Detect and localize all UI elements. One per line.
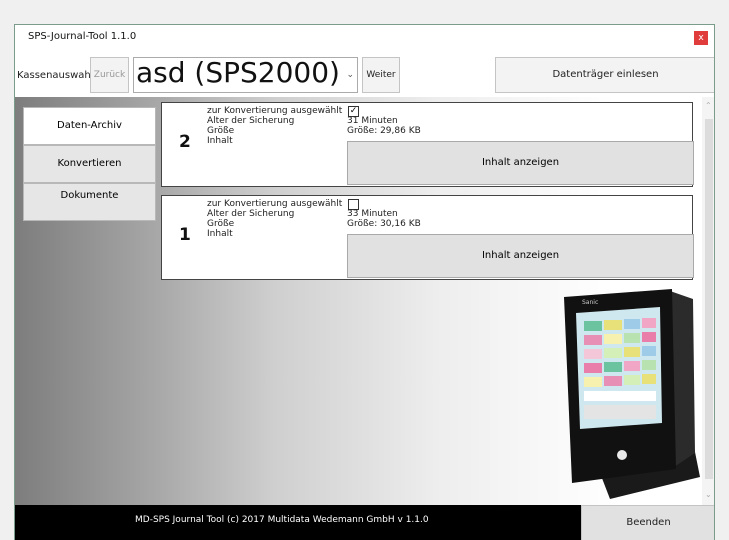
title-bar: SPS-Journal-Tool 1.1.0 x	[15, 25, 714, 49]
archive-number: 1	[179, 225, 191, 245]
chevron-down-icon[interactable]: ⌄	[346, 70, 354, 80]
scrollbar-thumb[interactable]	[705, 119, 713, 479]
content-label: Inhalt	[207, 136, 233, 146]
size-label: Größe	[207, 219, 235, 229]
inhalt-anzeigen-button[interactable]: Inhalt anzeigen	[347, 234, 694, 278]
nav-daten-archiv[interactable]: Daten-Archiv	[23, 107, 156, 145]
archive-card: zur Konvertierung ausgewählt Alter der S…	[161, 195, 694, 280]
kasse-select-value: asd (SPS2000)	[136, 56, 340, 89]
footer: MD-SPS Journal Tool (c) 2017 Multidata W…	[15, 505, 581, 540]
age-label: Alter der Sicherung	[207, 116, 295, 126]
kasse-select[interactable]: asd (SPS2000) ⌄	[133, 56, 358, 93]
content-label: Inhalt	[207, 229, 233, 239]
pos-terminal-image: Sanic	[564, 289, 700, 499]
vertical-scrollbar[interactable]: ⌃ ⌄	[702, 97, 714, 505]
archive-number: 2	[179, 132, 191, 152]
power-button-icon	[617, 450, 627, 460]
app-window: SPS-Journal-Tool 1.1.0 x Kassenauswahl Z…	[14, 24, 715, 540]
selected-label: zur Konvertierung ausgewählt	[207, 199, 343, 209]
window-title: SPS-Journal-Tool 1.1.0	[28, 31, 137, 42]
archive-card: zur Konvertierung ausgewählt ✓ Alter der…	[161, 102, 694, 187]
close-button[interactable]: x	[694, 31, 708, 45]
nav-dokumente[interactable]: Dokumente	[23, 183, 156, 221]
toolbar: Kassenauswahl Zurück asd (SPS2000) ⌄ Wei…	[15, 56, 714, 97]
size-label: Größe	[207, 126, 235, 136]
kassenauswahl-label: Kassenauswahl	[17, 70, 94, 81]
size-value: Größe: 29,86 KB	[347, 126, 421, 136]
datentraeger-einlesen-button[interactable]: Datenträger einlesen	[495, 57, 714, 93]
age-value: 31 Minuten	[347, 116, 398, 126]
chevron-up-icon[interactable]: ⌃	[705, 101, 712, 110]
chevron-down-icon[interactable]: ⌄	[705, 490, 712, 499]
size-value: Größe: 30,16 KB	[347, 219, 421, 229]
age-value: 33 Minuten	[347, 209, 398, 219]
brand-logo: Sanic	[582, 299, 598, 306]
age-label: Alter der Sicherung	[207, 209, 295, 219]
nav-konvertieren[interactable]: Konvertieren	[23, 145, 156, 183]
copyright-text: MD-SPS Journal Tool (c) 2017 Multidata W…	[135, 515, 429, 525]
selected-label: zur Konvertierung ausgewählt	[207, 106, 343, 116]
inhalt-anzeigen-button[interactable]: Inhalt anzeigen	[347, 141, 694, 185]
check-icon: ✓	[349, 106, 358, 116]
zurueck-button[interactable]: Zurück	[90, 57, 129, 93]
beenden-button[interactable]: Beenden	[581, 505, 714, 540]
weiter-button[interactable]: Weiter	[362, 57, 400, 93]
main-content: Daten-Archiv Konvertieren Dokumente zur …	[15, 97, 714, 505]
